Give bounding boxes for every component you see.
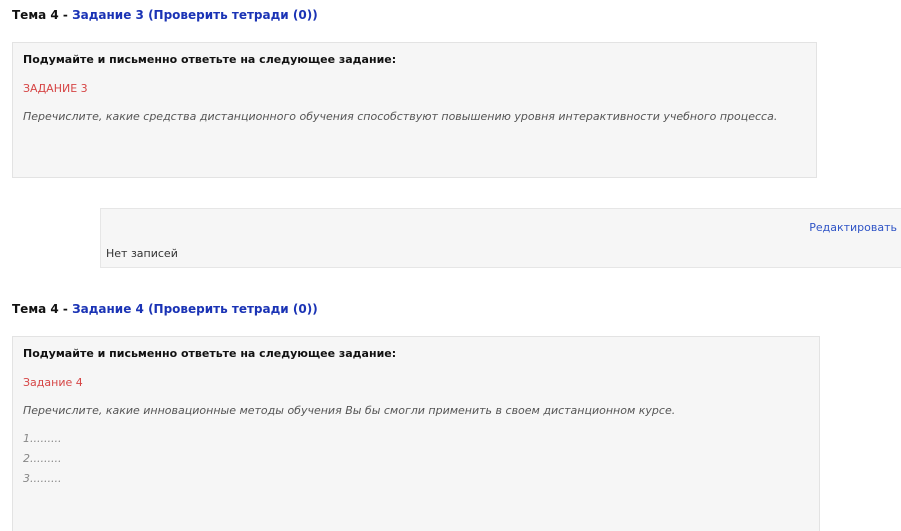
task-text: Перечислите, какие инновационные методы …: [23, 404, 676, 417]
section-title-task-3: Тема 4 - Задание 3 (Проверить тетради (0…: [12, 8, 318, 22]
assignment-box-task-3: Подумайте и письменно ответьте на следую…: [12, 42, 817, 178]
task-label: ЗАДАНИЕ 3: [23, 82, 88, 95]
answer-list: 1......... 2......... 3.........: [23, 429, 809, 489]
assignment-prompt: Подумайте и письменно ответьте на следую…: [23, 347, 397, 360]
no-entries-text: Нет записей: [106, 247, 178, 260]
section-title-task-4: Тема 4 - Задание 4 (Проверить тетради (0…: [12, 302, 318, 316]
answer-list-item: 1.........: [23, 432, 62, 445]
task-3-link[interactable]: Задание 3: [72, 8, 144, 22]
section-title-prefix: Тема 4 -: [12, 302, 73, 316]
page: Тема 4 - Задание 3 (Проверить тетради (0…: [0, 0, 901, 531]
check-notebooks-link-task-3[interactable]: (Проверить тетради (0)): [148, 8, 318, 22]
answer-list-item: 2.........: [23, 452, 62, 465]
edit-link[interactable]: Редактировать: [809, 221, 897, 234]
assignment-prompt: Подумайте и письменно ответьте на следую…: [23, 53, 397, 66]
task-4-link[interactable]: Задание 4: [72, 302, 144, 316]
assignment-box-task-4: Подумайте и письменно ответьте на следую…: [12, 336, 820, 531]
task-text: Перечислите, какие средства дистанционно…: [23, 110, 778, 123]
section-title-prefix: Тема 4 -: [12, 8, 73, 22]
task-label: Задание 4: [23, 376, 83, 389]
notebook-entries-box: Редактировать Нет записей: [100, 208, 901, 268]
answer-list-item: 3.........: [23, 472, 62, 485]
check-notebooks-link-task-4[interactable]: (Проверить тетради (0)): [148, 302, 318, 316]
